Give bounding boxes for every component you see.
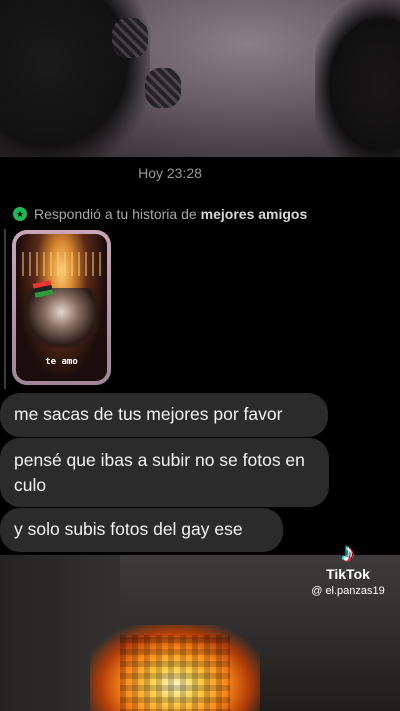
reply-note-text: Respondió a tu historia de — [34, 206, 197, 222]
reply-thread-line — [4, 229, 6, 389]
message-timestamp: Hoy 23:28 — [138, 165, 202, 181]
top-video-background — [0, 0, 400, 157]
tiktok-watermark: ♪ TikTok @ el.panzas19 — [302, 538, 394, 597]
tiktok-brand: TikTok — [326, 566, 370, 582]
floating-block — [145, 68, 181, 108]
message-bubble[interactable]: y solo subis fotos del gay ese — [0, 508, 283, 552]
tiktok-note-icon: ♪ — [341, 537, 355, 567]
close-friends-star-icon: ★ — [13, 207, 27, 221]
story-thumbnail[interactable]: te amo — [12, 230, 111, 385]
story-reply-note: ★ Respondió a tu historia de mejores ami… — [13, 206, 307, 222]
story-image: te amo — [16, 234, 107, 381]
tiktok-handle: @ el.panzas19 — [311, 585, 385, 597]
message-bubble[interactable]: me sacas de tus mejores por favor — [0, 393, 328, 437]
tree-silhouette-right — [315, 0, 400, 157]
chat-screenshot: Hoy 23:28 ★ Respondió a tu historia de m… — [0, 157, 400, 555]
story-caption: te amo — [45, 357, 78, 367]
floating-block — [112, 18, 148, 58]
message-bubble[interactable]: pensé que ibas a subir no se fotos en cu… — [0, 438, 329, 507]
reply-note-close-friends: mejores amigos — [200, 206, 308, 222]
